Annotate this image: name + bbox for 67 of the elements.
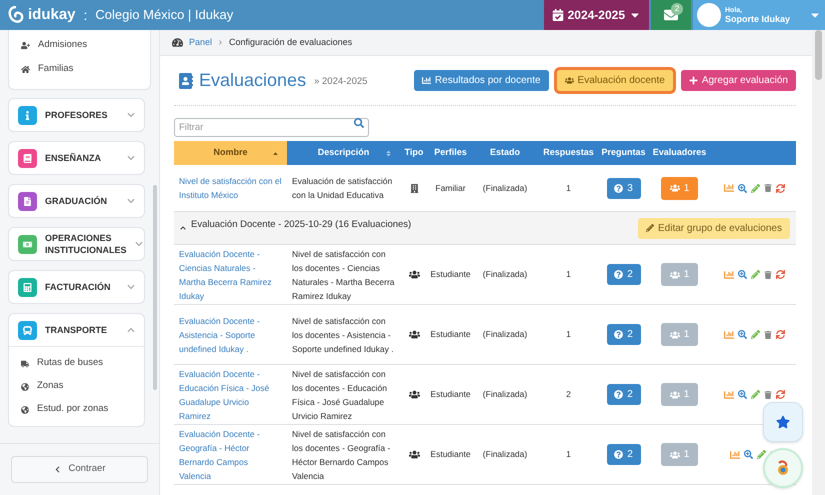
sidebar-item[interactable]: Estud. por zonas	[9, 398, 144, 421]
table-cell-text: Nivel de satisfacción con los docentes - Geografía - Héctor Bernardo Campos Valencia	[291, 428, 392, 482]
table-cell-text: 1	[565, 448, 572, 462]
user-name: Soporte Idukay	[725, 15, 790, 24]
table-cell-text: (Finalizada)	[482, 448, 528, 462]
column-header: Tipo	[404, 146, 424, 160]
page-title: Evaluaciones	[199, 69, 306, 92]
table-cell-text: 1	[565, 268, 572, 282]
sidebar-item[interactable]: Admisiones	[9, 33, 150, 57]
table-cell-text: 1	[565, 328, 572, 342]
toolbar-button[interactable]: Evaluación docente	[556, 70, 673, 91]
questions-badge[interactable]: 2	[606, 444, 640, 465]
toolbar-button[interactable]: Resultados por docente	[414, 70, 549, 91]
message-count-badge: 2	[671, 3, 683, 15]
table-cell-text: Estudiante	[429, 448, 472, 462]
table-cell-text: Estudiante	[429, 268, 472, 282]
table-cell-text: Nivel de satisfacción con los docentes - Ciencias Naturales - Martha Becerra Ramirez Idukay	[291, 248, 396, 303]
section-header[interactable]: OPERACIONES INSTITUCIONALES	[9, 228, 144, 260]
column-header: Evaluadores	[652, 146, 708, 160]
table-cell-text: Evaluación de satisfacción con la Unidad Educativa	[291, 175, 394, 202]
sidebar-item[interactable]: Familias	[9, 57, 150, 81]
section-header[interactable]: ENSEÑANZA	[9, 142, 144, 174]
evaluation-link[interactable]: Evaluación Docente - Educación Física - José Guadalupe Urvicio Ramirez	[179, 366, 282, 422]
school-name: Colegio México | Idukay	[95, 6, 234, 24]
column-header: Perfiles	[433, 146, 468, 160]
table-cell-text: (Finalizada)	[482, 182, 528, 195]
column-header: Estado	[488, 146, 521, 160]
table-cell-text: (Finalizada)	[482, 268, 528, 282]
column-header[interactable]: Nombre	[174, 141, 287, 165]
table-cell-text: Nivel de satisfacción con los docentes - Educación Física - José Guadalupe Urvicio Ramirez	[291, 368, 388, 422]
table-cell-text: Nivel de satisfacción con los docentes - Asistencia - Soporte undefined Idukay .	[291, 314, 395, 356]
evaluation-link[interactable]: Evaluación Docente - Ciencias Naturales - Martha Becerra Ramirez Idukay	[179, 246, 282, 302]
year-selector[interactable]: 2024-2025	[544, 0, 649, 30]
filter-field[interactable]: Filtrar	[174, 118, 369, 137]
column-header[interactable]: Descripción	[287, 141, 400, 165]
column-header: Respuestas	[542, 146, 595, 160]
section-header[interactable]: TRANSPORTE	[9, 314, 144, 346]
section-header[interactable]: FACTURACIÓN	[9, 271, 144, 303]
breadcrumb-current: Configuración de evaluaciones	[229, 36, 352, 49]
breadcrumb-link[interactable]: Panel	[189, 36, 212, 50]
title-separator: :	[84, 6, 88, 24]
questions-badge[interactable]: 3	[606, 178, 640, 198]
toolbar-button[interactable]: Agregar evaluación	[680, 70, 796, 91]
table-cell-text: Estudiante	[429, 328, 472, 342]
sidebar-item[interactable]: Zonas	[9, 375, 144, 398]
table-cell-text: (Finalizada)	[482, 328, 528, 342]
collapse-button[interactable]: Contraer	[11, 456, 148, 483]
edit-group-button[interactable]: Editar grupo de evaluciones	[638, 218, 790, 238]
column-header: Preguntas	[600, 146, 646, 160]
section-header[interactable]: PROFESORES	[9, 99, 144, 131]
group-title: Evaluación Docente - 2025-10-29 (16 Evaluaciones)	[191, 218, 412, 232]
logo-text: idukay	[28, 4, 76, 25]
questions-badge[interactable]: 2	[606, 384, 640, 405]
evaluation-link[interactable]: Evaluación Docente - Asistencia - Soporte undefined Idukay .	[179, 314, 282, 356]
table-cell-text: 1	[565, 182, 572, 195]
section-header[interactable]: GRADUACIÓN	[9, 185, 144, 217]
evaluation-link[interactable]: Evaluación Docente - Geografía - Héctor Bernardo Campos Valencia	[179, 426, 282, 482]
questions-badge[interactable]: 2	[606, 324, 640, 345]
table-cell-text: (Finalizada)	[482, 388, 528, 402]
evaluation-link[interactable]: Nivel de satisfacción con el Instituto México	[179, 174, 282, 202]
table-cell-text: Familiar	[434, 182, 467, 195]
table-cell-text: Estudiante	[429, 388, 472, 402]
page-subtitle: » 2024-2025	[314, 75, 368, 90]
table-cell-text: 2	[565, 388, 572, 402]
questions-badge[interactable]: 2	[606, 264, 640, 285]
sidebar-item[interactable]: Rutas de buses	[9, 352, 144, 375]
evaluators-badge[interactable]: 1	[661, 176, 698, 200]
